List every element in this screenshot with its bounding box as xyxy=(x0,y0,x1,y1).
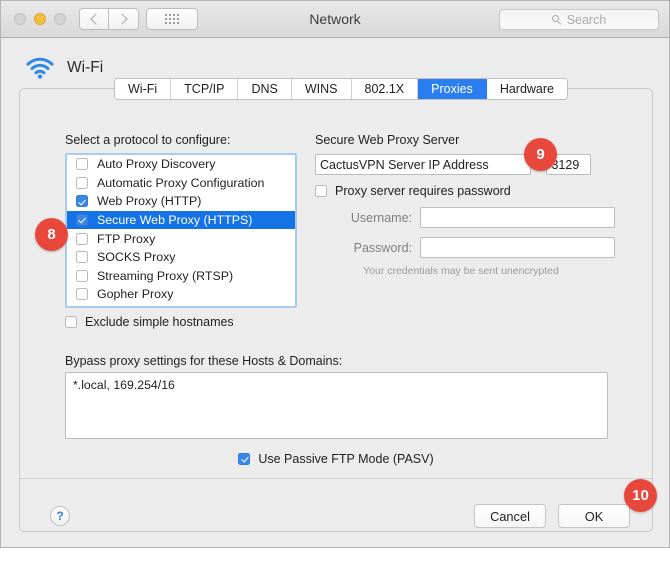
protocol-checkbox[interactable] xyxy=(76,195,88,208)
username-label: Username: xyxy=(350,210,412,225)
search-icon xyxy=(551,14,562,25)
protocol-checkbox[interactable] xyxy=(76,232,88,245)
protocol-checkbox[interactable] xyxy=(76,288,88,301)
help-button[interactable]: ? xyxy=(50,506,70,526)
credentials-warning-text: Your credentials may be sent unencrypted xyxy=(363,265,559,277)
protocol-label: Streaming Proxy (RTSP) xyxy=(97,268,234,283)
requires-password-label: Proxy server requires password xyxy=(335,184,511,198)
protocol-checkbox[interactable] xyxy=(76,158,88,171)
cancel-button[interactable]: Cancel xyxy=(474,504,546,528)
tab-hardware[interactable]: Hardware xyxy=(486,79,567,99)
password-label: Password: xyxy=(353,240,412,255)
protocol-checkbox[interactable] xyxy=(76,269,88,282)
requires-password-checkbox[interactable] xyxy=(315,185,327,197)
footer-divider xyxy=(20,478,652,479)
protocol-label: Auto Proxy Discovery xyxy=(97,157,216,172)
exclude-simple-hostnames-row[interactable]: Exclude simple hostnames xyxy=(65,315,234,329)
protocol-row-socks-proxy[interactable]: SOCKS Proxy xyxy=(67,248,295,267)
dialog-button-row: Cancel OK xyxy=(474,504,630,528)
tab-8021x[interactable]: 802.1X xyxy=(351,79,419,99)
protocol-row-automatic-proxy-configuration[interactable]: Automatic Proxy Configuration xyxy=(67,174,295,193)
screenshot-root: Network Search Wi-Fi Wi-Fi TCP/IP DNS WI… xyxy=(0,0,670,565)
protocol-checkbox[interactable] xyxy=(76,251,88,264)
exclude-simple-hostnames-label: Exclude simple hostnames xyxy=(85,315,234,329)
tab-dns[interactable]: DNS xyxy=(238,79,292,99)
protocol-label: FTP Proxy xyxy=(97,231,156,246)
passive-ftp-label: Use Passive FTP Mode (PASV) xyxy=(258,452,434,466)
bypass-textarea[interactable]: *.local, 169.254/16 xyxy=(65,372,608,439)
protocol-label: Gopher Proxy xyxy=(97,287,174,302)
proxy-server-section: Secure Web Proxy Server CactusVPN Server… xyxy=(315,133,615,277)
protocol-checkbox[interactable] xyxy=(76,214,88,227)
proxy-host-field[interactable]: CactusVPN Server IP Address xyxy=(315,154,531,175)
username-field[interactable] xyxy=(420,207,615,228)
search-input[interactable]: Search xyxy=(499,9,659,30)
username-row: Username: xyxy=(315,207,615,228)
annotation-badge-8: 8 xyxy=(35,218,68,251)
annotation-badge-9: 9 xyxy=(524,138,557,171)
bypass-label: Bypass proxy settings for these Hosts & … xyxy=(65,354,343,368)
protocol-row-secure-web-proxy-https[interactable]: Secure Web Proxy (HTTPS) xyxy=(67,210,295,230)
network-preferences-window: Network Search Wi-Fi Wi-Fi TCP/IP DNS WI… xyxy=(0,0,670,548)
protocol-row-web-proxy-http[interactable]: Web Proxy (HTTP) xyxy=(67,192,295,211)
protocol-row-auto-proxy-discovery[interactable]: Auto Proxy Discovery xyxy=(67,155,295,174)
window-content: Wi-Fi Wi-Fi TCP/IP DNS WINS 802.1X Proxi… xyxy=(1,38,669,547)
tab-wins[interactable]: WINS xyxy=(291,79,352,99)
password-field[interactable] xyxy=(420,237,615,258)
tab-tcpip[interactable]: TCP/IP xyxy=(171,79,239,99)
passive-ftp-row[interactable]: Use Passive FTP Mode (PASV) xyxy=(20,452,652,466)
protocol-label: Automatic Proxy Configuration xyxy=(97,175,265,190)
protocol-row-gopher-proxy[interactable]: Gopher Proxy xyxy=(67,285,295,304)
requires-password-row[interactable]: Proxy server requires password xyxy=(315,184,615,198)
protocol-row-ftp-proxy[interactable]: FTP Proxy xyxy=(67,229,295,248)
ok-button[interactable]: OK xyxy=(558,504,630,528)
exclude-simple-hostnames-checkbox[interactable] xyxy=(65,316,77,328)
tab-wifi[interactable]: Wi-Fi xyxy=(115,79,172,99)
service-header: Wi-Fi xyxy=(25,57,103,79)
protocol-checkbox[interactable] xyxy=(76,176,88,189)
annotation-badge-10: 10 xyxy=(624,479,657,512)
protocol-label: Secure Web Proxy (HTTPS) xyxy=(97,213,253,228)
protocol-list[interactable]: Auto Proxy Discovery Automatic Proxy Con… xyxy=(65,153,297,308)
proxy-server-title: Secure Web Proxy Server xyxy=(315,133,460,147)
protocol-label: Web Proxy (HTTP) xyxy=(97,194,202,209)
proxies-panel: Select a protocol to configure: Auto Pro… xyxy=(20,100,652,533)
settings-tab-bar: Wi-Fi TCP/IP DNS WINS 802.1X Proxies Har… xyxy=(114,78,568,100)
password-row: Password: xyxy=(315,237,615,258)
search-placeholder: Search xyxy=(566,12,607,27)
protocol-label: SOCKS Proxy xyxy=(97,250,176,265)
passive-ftp-checkbox[interactable] xyxy=(238,453,251,465)
wifi-icon xyxy=(26,57,54,79)
proxies-sheet: Wi-Fi TCP/IP DNS WINS 802.1X Proxies Har… xyxy=(19,78,653,533)
service-name: Wi-Fi xyxy=(67,59,104,76)
protocol-list-label: Select a protocol to configure: xyxy=(65,133,231,147)
protocol-row-streaming-proxy-rtsp[interactable]: Streaming Proxy (RTSP) xyxy=(67,267,295,286)
window-titlebar: Network Search xyxy=(1,1,669,38)
tab-proxies[interactable]: Proxies xyxy=(418,79,487,99)
proxy-server-address-row: CactusVPN Server IP Address : 3129 xyxy=(315,154,615,175)
